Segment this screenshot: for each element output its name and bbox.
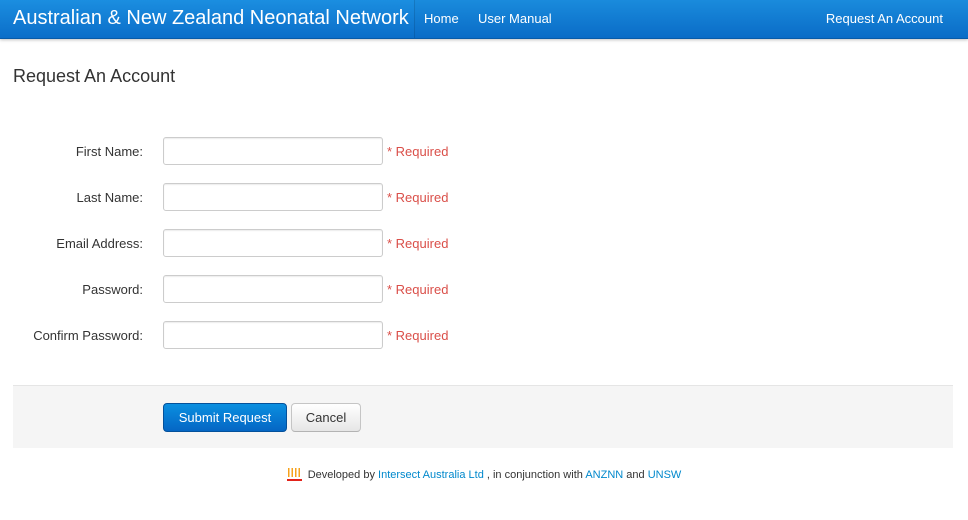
- intersect-logo-icon: [286, 468, 302, 481]
- password-label: Password:: [82, 282, 143, 297]
- page-title: Request An Account: [13, 66, 176, 86]
- brand-link[interactable]: Australian & New Zealand Neonatal Networ…: [0, 0, 422, 38]
- email-required: * Required: [387, 236, 449, 251]
- footer-text: Developed by Intersect Australia Ltd , i…: [286, 466, 682, 484]
- first-name-label: First Name:: [75, 144, 143, 159]
- footer-unsw-link[interactable]: UNSW: [648, 469, 682, 481]
- last-name-label: Last Name:: [76, 190, 143, 205]
- submit-request-button[interactable]: Submit Request: [163, 403, 287, 432]
- top-navbar: Australian & New Zealand Neonatal Networ…: [0, 0, 968, 39]
- cancel-button[interactable]: Cancel: [291, 403, 361, 432]
- form-actions: Submit Request Cancel: [13, 385, 953, 448]
- form-row-confirm-password: Confirm Password: * Required: [0, 321, 968, 351]
- nav-request-account-link[interactable]: Request An Account: [826, 0, 943, 38]
- footer-conjunction: , in conjunction with: [486, 469, 583, 481]
- nav-divider: [414, 0, 415, 38]
- nav-user-manual-link[interactable]: User Manual: [478, 0, 552, 38]
- confirm-password-label: Confirm Password:: [33, 328, 143, 343]
- form-row-last-name: Last Name: * Required: [0, 183, 968, 213]
- last-name-input[interactable]: [163, 183, 383, 211]
- form-row-email: Email Address: * Required: [0, 229, 968, 259]
- footer: Developed by Intersect Australia Ltd , i…: [0, 466, 968, 486]
- form-row-first-name: First Name: * Required: [0, 137, 968, 167]
- password-required: * Required: [387, 282, 449, 297]
- email-label: Email Address:: [56, 236, 143, 251]
- password-input[interactable]: [163, 275, 383, 303]
- nav-home-link[interactable]: Home: [424, 0, 459, 38]
- confirm-password-input[interactable]: [163, 321, 383, 349]
- last-name-required: * Required: [387, 190, 449, 205]
- first-name-required: * Required: [387, 144, 449, 159]
- first-name-input[interactable]: [163, 137, 383, 165]
- email-input[interactable]: [163, 229, 383, 257]
- footer-developed-by: Developed by: [307, 469, 375, 481]
- form-row-password: Password: * Required: [0, 275, 968, 305]
- confirm-password-required: * Required: [387, 328, 449, 343]
- footer-intersect-link[interactable]: Intersect Australia Ltd: [378, 469, 484, 481]
- footer-anznn-link[interactable]: ANZNN: [585, 469, 623, 481]
- footer-and: and: [626, 469, 645, 481]
